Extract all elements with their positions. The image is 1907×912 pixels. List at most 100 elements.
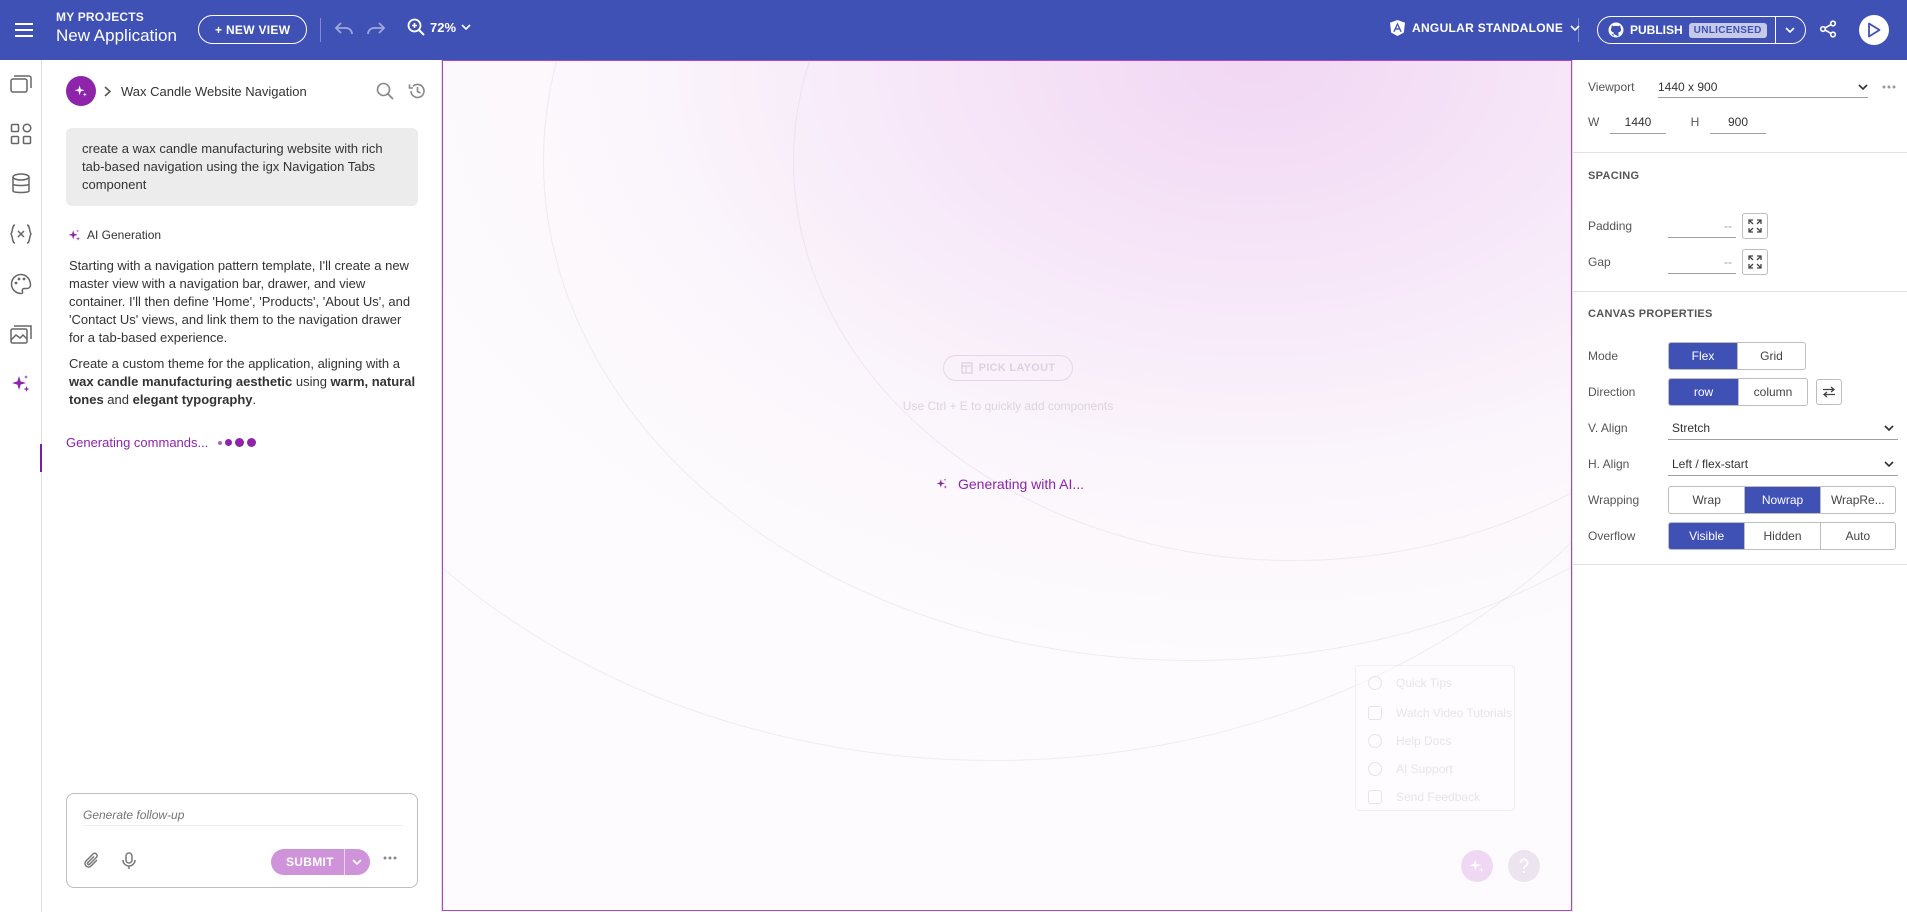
design-canvas[interactable]: PICK LAYOUT Use Ctrl + E to quickly add … <box>442 60 1572 911</box>
sparkle-icon <box>936 478 948 489</box>
submit-options-button[interactable] <box>343 849 370 875</box>
spacing-section-title: SPACING <box>1588 170 1640 182</box>
layout-icon <box>960 362 973 374</box>
wrapping-label-row: Wrapping <box>1588 493 1639 507</box>
variables-icon[interactable] <box>7 220 35 248</box>
direction-option-column[interactable]: column <box>1738 379 1807 405</box>
divider <box>1572 291 1907 292</box>
history-icon[interactable] <box>408 82 426 100</box>
help-item-video-tutorials[interactable]: Watch Video Tutorials <box>1368 706 1512 720</box>
pick-layout-label: PICK LAYOUT <box>978 362 1056 374</box>
overflow-option-hidden[interactable]: Hidden <box>1744 523 1819 549</box>
more-options-icon[interactable] <box>383 856 397 860</box>
microphone-icon[interactable] <box>121 852 137 870</box>
send-icon <box>1368 790 1382 804</box>
wrapping-option-wrap[interactable]: Wrap <box>1669 487 1744 513</box>
mode-label-row: Mode <box>1588 349 1618 363</box>
status-text: Generating commands... <box>66 435 209 450</box>
redo-icon[interactable] <box>366 20 386 38</box>
ai-assistant-fab[interactable] <box>1461 850 1493 882</box>
width-label: W <box>1588 115 1600 129</box>
publish-options-button[interactable] <box>1774 17 1805 43</box>
generating-status: Generating commands... <box>66 435 257 450</box>
theme-icon[interactable] <box>7 270 35 298</box>
user-prompt-bubble: create a wax candle manufacturing websit… <box>66 128 418 206</box>
wrapping-option-nowrap[interactable]: Nowrap <box>1744 487 1820 513</box>
play-icon <box>1868 22 1881 38</box>
help-item-ai-support[interactable]: AI Support <box>1368 762 1453 776</box>
wrapping-option-wrap-reverse[interactable]: WrapRe... <box>1819 487 1895 513</box>
expand-icon <box>1748 255 1762 269</box>
gap-input[interactable]: -- <box>1668 250 1736 274</box>
data-icon[interactable] <box>7 170 35 198</box>
width-input[interactable]: 1440 <box>1610 110 1666 134</box>
valign-select[interactable]: Stretch <box>1668 416 1898 440</box>
padding-expand-button[interactable] <box>1742 213 1768 239</box>
menu-icon[interactable] <box>12 18 36 42</box>
height-input[interactable]: 900 <box>1710 110 1766 134</box>
overflow-toggle: Visible Hidden Auto <box>1668 522 1896 550</box>
mode-option-grid[interactable]: Grid <box>1737 343 1805 369</box>
pick-layout-button[interactable]: PICK LAYOUT <box>943 355 1073 381</box>
assets-icon[interactable] <box>7 320 35 348</box>
halign-select[interactable]: Left / flex-start <box>1668 452 1898 476</box>
reverse-direction-button[interactable] <box>1816 379 1842 405</box>
mode-label: Mode <box>1588 349 1619 363</box>
chat-title: Wax Candle Website Navigation <box>121 83 307 99</box>
undo-icon[interactable] <box>334 20 354 38</box>
attach-icon[interactable] <box>83 852 101 870</box>
search-icon[interactable] <box>376 82 394 100</box>
chevron-down-icon <box>461 24 471 30</box>
more-options-icon[interactable] <box>1882 85 1896 89</box>
overflow-option-auto[interactable]: Auto <box>1819 523 1895 549</box>
share-icon[interactable] <box>1819 20 1837 38</box>
mode-option-flex[interactable]: Flex <box>1669 343 1737 369</box>
publish-button[interactable]: PUBLISH UNLICENSED <box>1598 17 1775 43</box>
direction-option-row[interactable]: row <box>1669 379 1738 405</box>
submit-group: SUBMIT <box>271 849 370 875</box>
new-view-button[interactable]: + NEW VIEW <box>198 15 308 44</box>
wrapping-toggle: Wrap Nowrap WrapRe... <box>1668 486 1896 514</box>
help-circle-icon <box>1368 734 1382 748</box>
halign-value: Left / flex-start <box>1672 456 1749 471</box>
submit-button[interactable]: SUBMIT <box>271 849 344 875</box>
padding-input[interactable]: -- <box>1668 214 1736 238</box>
help-menu: Quick Tips Watch Video Tutorials Help Do… <box>1355 665 1515 811</box>
chevron-right-icon[interactable] <box>104 85 111 97</box>
ai-generation-label: AI Generation <box>68 228 161 242</box>
gap-row: Gap -- <box>1588 250 1736 274</box>
bold-span: wax candle manufacturing aesthetic <box>69 374 293 389</box>
views-icon[interactable] <box>7 70 35 98</box>
viewport-select[interactable]: 1440 x 900 <box>1658 76 1868 98</box>
zoom-value: 72% <box>430 19 457 35</box>
ai-response: Starting with a navigation pattern templ… <box>69 257 417 417</box>
generating-indicator: Generating with AI... <box>936 476 1084 492</box>
ai-chat-panel: Wax Candle Website Navigation create a w… <box>42 60 442 912</box>
viewport-value: 1440 x 900 <box>1658 79 1718 94</box>
components-icon[interactable] <box>7 120 35 148</box>
help-item-quick-tips[interactable]: Quick Tips <box>1368 676 1452 690</box>
height-label: H <box>1690 115 1700 129</box>
gap-expand-button[interactable] <box>1742 249 1768 275</box>
help-item-send-feedback[interactable]: Send Feedback <box>1368 790 1480 804</box>
overflow-option-visible[interactable]: Visible <box>1669 523 1745 549</box>
help-item-help-docs[interactable]: Help Docs <box>1368 734 1451 748</box>
project-title[interactable]: MY PROJECTS New Application <box>56 10 177 46</box>
help-item-label: AI Support <box>1396 762 1453 776</box>
valign-label: V. Align <box>1588 421 1628 435</box>
help-fab[interactable] <box>1508 850 1540 882</box>
framework-label: ANGULAR STANDALONE <box>1412 21 1564 35</box>
ai-sparkle-icon[interactable] <box>7 370 35 398</box>
dimensions-row: W 1440 H 900 <box>1588 110 1766 134</box>
framework-select[interactable]: ANGULAR STANDALONE <box>1390 20 1580 36</box>
panel-border <box>1572 60 1573 912</box>
run-preview-button[interactable] <box>1859 15 1889 45</box>
sparkle-icon <box>68 229 81 241</box>
angular-icon <box>1390 20 1405 36</box>
expand-icon <box>1748 219 1762 233</box>
follow-up-input[interactable] <box>83 804 403 826</box>
halign-label-row: H. Align <box>1588 457 1629 471</box>
zoom-control[interactable]: 72% <box>407 18 471 36</box>
direction-toggle: row column <box>1668 378 1808 406</box>
sparkle-icon <box>1469 859 1484 873</box>
